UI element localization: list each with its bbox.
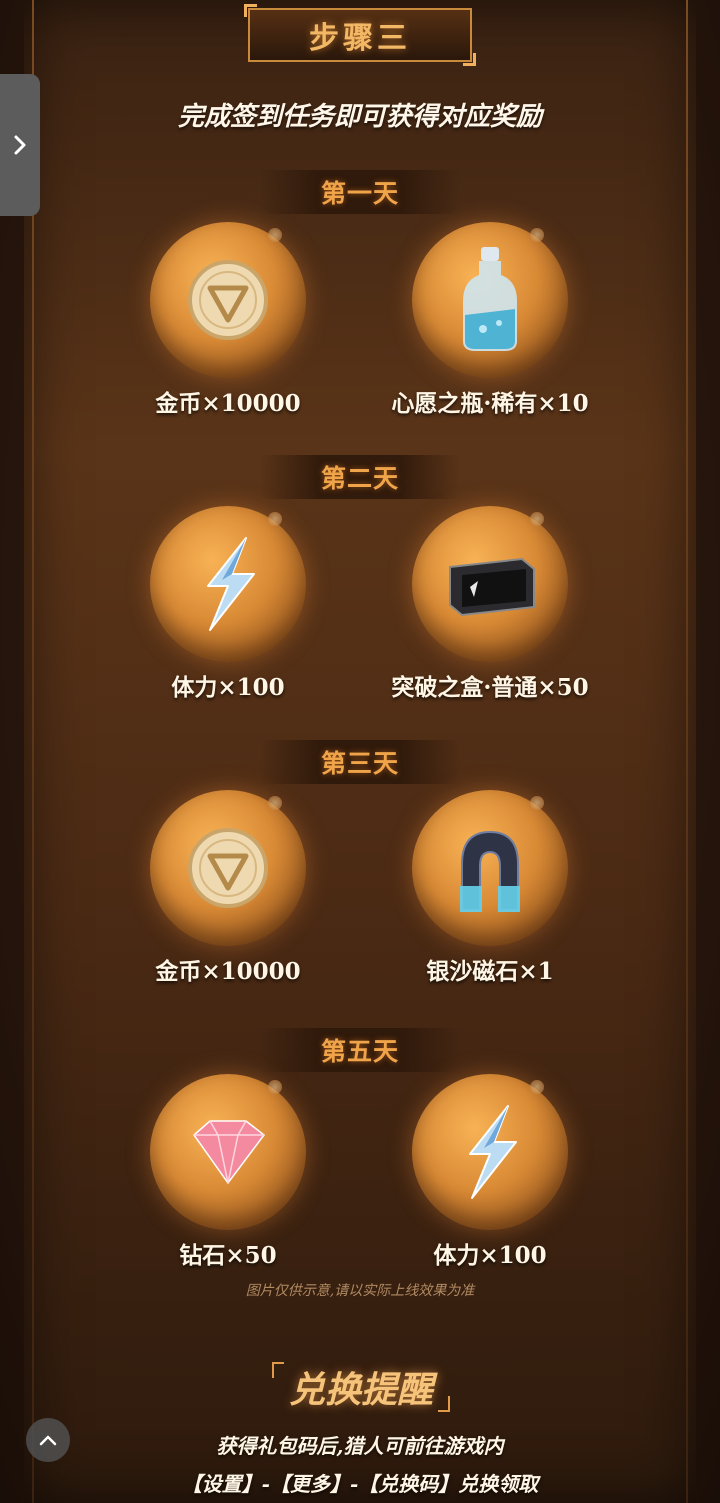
diamond-icon xyxy=(192,1120,266,1185)
reward-orb xyxy=(412,1074,568,1230)
reward-name: 银沙磁石×1 xyxy=(426,958,554,985)
reward-item: 钻石×50 xyxy=(88,1074,368,1270)
reward-item: 心愿之瓶·稀有×10 xyxy=(350,222,630,418)
reward-item: 体力×100 xyxy=(88,506,368,702)
reward-item: 金币×10000 xyxy=(88,222,368,418)
reward-name: 钻石×50 xyxy=(179,1242,277,1269)
reward-name: 体力×100 xyxy=(171,674,285,701)
day-label-2: 第二天 xyxy=(260,455,460,499)
day-label-text: 第三天 xyxy=(320,749,399,778)
reward-name: 金币×10000 xyxy=(155,390,301,417)
wish-bottle-icon xyxy=(463,247,517,351)
reward-orb xyxy=(150,790,306,946)
reward-item: 突破之盒·普通×50 xyxy=(350,506,630,702)
day-label-3: 第三天 xyxy=(260,740,460,784)
day-label-text: 第一天 xyxy=(320,179,399,208)
reward-orb xyxy=(150,222,306,378)
day-label-text: 第五天 xyxy=(320,1037,399,1066)
reminder-banner: 兑换提醒 xyxy=(272,1362,450,1412)
gold-coin-icon xyxy=(188,260,268,340)
chevron-right-icon xyxy=(14,135,26,155)
reward-name: 金币×10000 xyxy=(155,958,301,985)
day-label-1: 第一天 xyxy=(260,170,460,214)
reminder-title: 兑换提醒 xyxy=(288,1369,433,1411)
reward-name: 突破之盒·普通×50 xyxy=(391,674,589,701)
reward-item: 银沙磁石×1 xyxy=(350,790,630,986)
reward-orb xyxy=(412,506,568,662)
step-title: 步骤三 xyxy=(309,21,411,56)
reminder-line-2: 【设置】-【更多】-【兑换码】兑换领取 xyxy=(181,1472,539,1496)
step-banner: 步骤三 xyxy=(244,4,476,66)
disclaimer-note: 图片仅供示意,请以实际上线效果为准 xyxy=(245,1283,475,1299)
stamina-bolt-icon xyxy=(207,537,255,631)
scroll-to-top-button[interactable] xyxy=(26,1418,70,1462)
reward-item: 体力×100 xyxy=(350,1074,630,1270)
reward-item: 金币×10000 xyxy=(88,790,368,986)
reward-name: 体力×100 xyxy=(433,1242,547,1269)
reward-orb xyxy=(412,790,568,946)
day-label-5: 第五天 xyxy=(260,1028,460,1072)
subtitle: 完成签到任务即可获得对应奖励 xyxy=(177,102,542,132)
reward-name: 心愿之瓶·稀有×10 xyxy=(391,390,589,417)
reminder-line-1: 获得礼包码后,猎人可前往游戏内 xyxy=(216,1434,504,1458)
magnet-icon xyxy=(460,830,520,912)
gold-coin-icon xyxy=(188,828,268,908)
reward-orb xyxy=(412,222,568,378)
day-label-text: 第二天 xyxy=(320,464,399,493)
reward-orb xyxy=(150,506,306,662)
breakthrough-box-icon xyxy=(449,557,535,617)
reward-orb xyxy=(150,1074,306,1230)
stamina-bolt-icon xyxy=(469,1105,517,1199)
chevron-up-icon xyxy=(39,1435,57,1446)
